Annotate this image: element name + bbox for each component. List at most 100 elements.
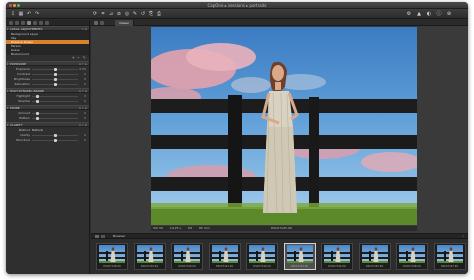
crop-icon[interactable]: ⌗ xyxy=(100,11,106,17)
color-tab-icon[interactable] xyxy=(21,21,25,25)
slider-knob[interactable] xyxy=(54,78,57,81)
slider-row: Structure 0 xyxy=(6,138,89,143)
redo-icon[interactable]: ↷ xyxy=(34,11,40,17)
main-photo[interactable] xyxy=(151,27,417,225)
keystone-icon[interactable]: ⧄ xyxy=(116,11,122,17)
tab-viewer[interactable]: Viewer xyxy=(115,20,135,26)
thumbnail[interactable]: DSC07140.IIQ xyxy=(171,243,203,270)
browser-grid-icon[interactable] xyxy=(95,235,99,238)
slider-value[interactable]: 0 xyxy=(84,116,86,121)
thumbnail[interactable]: DSC07147.IIQ xyxy=(433,243,466,270)
thumbnail[interactable]: DSC07142.IIQ xyxy=(246,243,278,270)
slider-value[interactable]: 0 xyxy=(84,138,86,143)
exposure-panel-header[interactable]: ▾ Exposure A ? ≡ xyxy=(6,61,89,66)
thumbnail-image xyxy=(286,245,313,263)
thumbnail-caption: DSC07139.IIQ xyxy=(140,265,159,268)
slider-label: Saturation xyxy=(14,82,30,86)
collapse-triangle-icon: ▾ xyxy=(7,89,9,93)
thumbnail[interactable]: DSC07146.IIQ xyxy=(396,243,428,270)
capture-tab-icon[interactable] xyxy=(15,21,19,25)
slider-knob[interactable] xyxy=(54,139,57,142)
details-tab-icon[interactable] xyxy=(33,21,37,25)
slider-value[interactable]: 0 xyxy=(84,99,86,104)
panel-tools-icon[interactable]: A ? ≡ xyxy=(79,89,87,93)
thumbnail-caption: DSC07141.IIQ xyxy=(215,265,234,268)
metadata-tab-icon[interactable] xyxy=(39,21,43,25)
multi-view-icon[interactable] xyxy=(100,21,104,25)
thumbnail[interactable]: DSC07143.IIQ xyxy=(283,243,316,270)
panel-tools-icon[interactable]: A ? ≡ xyxy=(79,106,87,110)
moire-panel-header[interactable]: ▾ Moiré A ? ≡ xyxy=(6,105,89,110)
output-tab-icon[interactable] xyxy=(45,21,49,25)
tool-sidebar: ▾ Local Adjustments ? ≡ Background Layer… xyxy=(6,20,90,274)
hdr-panel-header[interactable]: ▾ High Dynamic Range A ? ≡ xyxy=(6,88,89,93)
grid-icon[interactable]: ▦ xyxy=(18,11,24,17)
window-title: CapOne ▸ sessions ▸ portraits xyxy=(207,3,267,8)
slider-row: Pattern 0 xyxy=(6,116,89,121)
thumbnail-caption: DSC07143.IIQ xyxy=(290,265,309,268)
thumbnail-image xyxy=(399,245,425,263)
browser-search-icon[interactable]: ⌕ xyxy=(462,234,464,239)
panel-tools-icon[interactable]: A ? ≡ xyxy=(79,62,87,66)
apply-icon[interactable]: ⎙ xyxy=(156,11,162,17)
slider-knob[interactable] xyxy=(36,100,40,103)
browser-list-icon[interactable] xyxy=(101,235,105,238)
slider-value[interactable]: 0 xyxy=(84,82,86,87)
remove-layer-icon[interactable]: − xyxy=(77,55,80,60)
slider-row: Saturation 0 xyxy=(6,82,89,87)
photo-info-bar: ISO 50 1/125 s f/8 85 mm DSC07145.IIQ xyxy=(151,226,417,231)
settings-icon[interactable]: ⚙ xyxy=(406,11,412,17)
clarity-panel-header[interactable]: ▾ Clarity A ? ≡ xyxy=(6,122,89,127)
thumbnail[interactable]: DSC07141.IIQ xyxy=(208,243,241,270)
info-icon[interactable]: ⓘ xyxy=(436,11,442,17)
local-adjust-tab-icon[interactable] xyxy=(27,21,31,25)
exposure-icon[interactable]: ◐ xyxy=(426,11,432,17)
thumbnail[interactable]: DSC07138.IIQ xyxy=(96,243,128,270)
panel-tools-icon[interactable]: A ? ≡ xyxy=(79,123,87,127)
undo-icon[interactable]: ↶ xyxy=(26,11,32,17)
thumbnail-caption: DSC07147.IIQ xyxy=(440,265,459,268)
slider-knob[interactable] xyxy=(54,73,57,76)
thumbnail-caption: DSC07138.IIQ xyxy=(103,265,121,268)
slider-label: Structure xyxy=(16,138,30,142)
brush-icon[interactable]: ✎ xyxy=(83,55,86,60)
thumbnail[interactable]: DSC07144.IIQ xyxy=(321,243,353,270)
copy-icon[interactable]: ⎘ xyxy=(148,11,154,17)
app-window: CapOne ▸ sessions ▸ portraits ⇩ ▦ ↶ ↷ ⟳ ⌗ ⊿ ⧄ ◎ ✎… xyxy=(6,2,468,274)
reset-icon[interactable]: ↺ xyxy=(140,11,146,17)
panel-tools-icon[interactable]: ? ≡ xyxy=(82,27,87,31)
slider-knob[interactable] xyxy=(54,134,57,137)
thumbnail[interactable]: DSC07145.IIQ xyxy=(358,243,391,270)
thumbnail-caption: DSC07142.IIQ xyxy=(253,265,271,268)
focal-length-value: 85 mm xyxy=(198,226,210,230)
thumbnail[interactable]: DSC07139.IIQ xyxy=(133,243,166,270)
slider-knob[interactable] xyxy=(36,117,40,120)
single-view-icon[interactable] xyxy=(94,21,98,25)
thumbnail-image xyxy=(436,245,463,263)
file-name: DSC07145.IIQ xyxy=(271,226,292,230)
slider-knob[interactable] xyxy=(54,83,57,86)
iso-value: ISO 50 xyxy=(153,226,163,230)
local-adjustments-header[interactable]: ▾ Local Adjustments ? ≡ xyxy=(6,26,89,31)
zoom-icon[interactable]: ⊕ xyxy=(446,11,452,17)
library-tab-icon[interactable] xyxy=(9,21,13,25)
import-icon[interactable]: ⇩ xyxy=(10,11,16,17)
exposure-panel-body: Exposure 0.00 Contrast 0 Brightness 0 Saturati… xyxy=(6,66,89,88)
slider-knob[interactable] xyxy=(36,112,40,115)
slider-knob[interactable] xyxy=(36,95,40,98)
add-layer-icon[interactable]: + xyxy=(72,55,75,60)
straighten-icon[interactable]: ⊿ xyxy=(108,11,114,17)
collapse-triangle-icon: ▾ xyxy=(7,123,9,127)
slider-knob[interactable] xyxy=(54,68,57,71)
rotate-icon[interactable]: ⟳ xyxy=(92,11,98,17)
aperture-value: f/8 xyxy=(188,226,193,230)
thumbnail-caption: DSC07145.IIQ xyxy=(365,265,384,268)
layer-list: Background Layer Sky Dress & Knees Person Gr… xyxy=(6,31,89,56)
warning-icon[interactable]: ▲ xyxy=(416,11,422,17)
spot-icon[interactable]: ◎ xyxy=(124,11,130,17)
picker-icon[interactable]: ✎ xyxy=(132,11,138,17)
thumbnail-caption: DSC07144.IIQ xyxy=(328,265,346,268)
viewer-area: Viewer ISO 50 1/125 s f/8 85 mm DSC07145… xyxy=(91,20,468,274)
viewer-tab-bar: Viewer xyxy=(91,20,468,26)
thumbnail-caption: DSC07146.IIQ xyxy=(403,265,421,268)
